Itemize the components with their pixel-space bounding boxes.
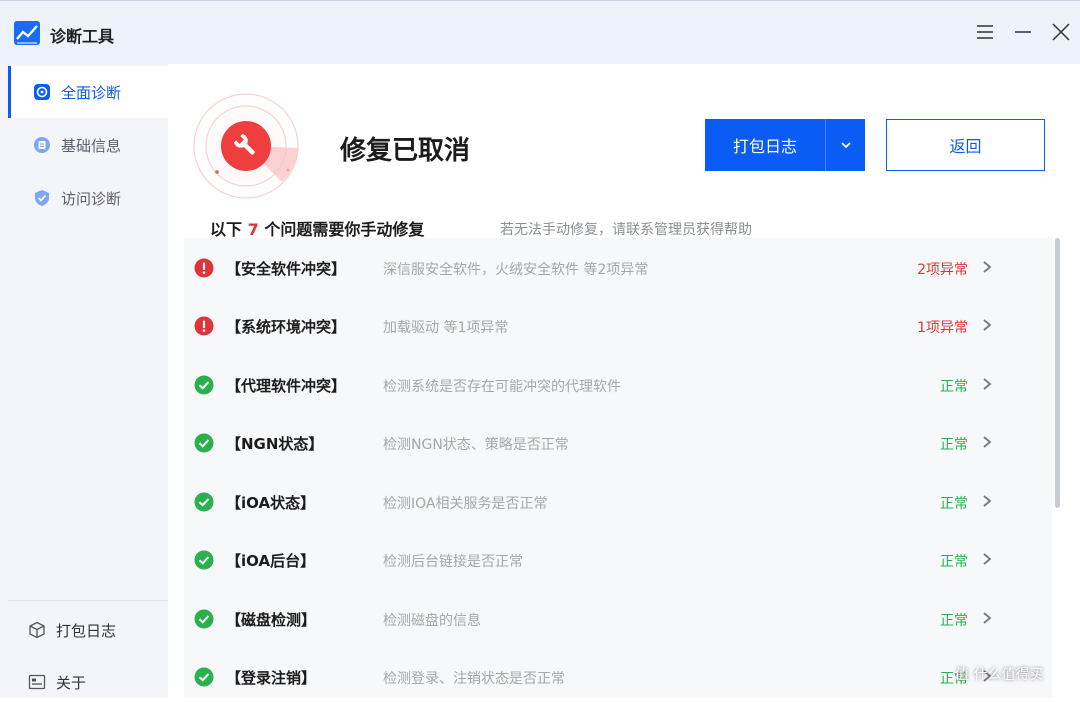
diagnosis-list: 【安全软件冲突】 深信服安全软件，火绒安全软件 等2项异常 2项异常 【系统环境… <box>184 238 1052 698</box>
list-item[interactable]: 【代理软件冲突】 检测系统是否存在可能冲突的代理软件 正常 <box>184 355 1052 413</box>
summary-hint: 若无法手动修复，请联系管理员获得帮助 <box>500 222 752 238</box>
info-icon <box>34 137 50 153</box>
close-button[interactable] <box>1048 19 1074 45</box>
sidebar-item-access-diagnosis[interactable]: 访问诊断 <box>8 172 168 224</box>
item-description: 检测磁盘的信息 <box>383 613 481 629</box>
diagnose-icon <box>34 84 50 100</box>
item-status: 1项异常 <box>917 320 968 336</box>
check-circle-icon <box>194 609 214 629</box>
item-description: 检测后台链接是否正常 <box>383 554 523 570</box>
item-description: 深信服安全软件，火绒安全软件 等2项异常 <box>383 262 649 278</box>
issue-summary: 以下 7 个问题需要你手动修复 <box>210 216 424 240</box>
package-icon <box>29 621 45 639</box>
item-description: 检测登录、注销状态是否正常 <box>383 671 565 687</box>
sidebar-item-label: 基础信息 <box>61 136 122 155</box>
item-name: 【NGN状态】 <box>226 435 324 453</box>
about-icon <box>28 674 46 690</box>
sidebar: 全面诊断 基础信息 访问诊断 打包日志 关于 <box>0 64 168 698</box>
repair-status-icon <box>192 92 300 200</box>
check-circle-icon <box>194 492 214 512</box>
item-name: 【iOA后台】 <box>226 552 316 570</box>
item-status: 正常 <box>940 379 968 395</box>
list-item[interactable]: 【登录注销】 检测登录、注销状态是否正常 正常 <box>184 647 1052 698</box>
pack-log-button[interactable]: 打包日志 <box>705 119 825 171</box>
chevron-right-icon <box>983 495 992 507</box>
chart-line-icon <box>14 21 40 45</box>
pack-log-dropdown-button[interactable] <box>826 119 865 171</box>
chevron-down-icon <box>840 142 851 149</box>
chevron-right-icon <box>983 436 992 448</box>
sidebar-item-label: 访问诊断 <box>61 189 122 208</box>
error-icon <box>194 316 214 336</box>
check-circle-icon <box>194 375 214 395</box>
check-circle-icon <box>194 550 214 570</box>
list-item[interactable]: 【iOA后台】 检测后台链接是否正常 正常 <box>184 530 1052 588</box>
chevron-right-icon <box>983 261 992 273</box>
item-description: 检测系统是否存在可能冲突的代理软件 <box>383 379 621 395</box>
item-name: 【磁盘检测】 <box>226 611 317 629</box>
item-status: 正常 <box>940 613 968 629</box>
list-item[interactable]: 【iOA状态】 检测IOA相关服务是否正常 正常 <box>184 472 1052 530</box>
item-status: 正常 <box>940 554 968 570</box>
item-name: 【系统环境冲突】 <box>226 318 347 336</box>
sidebar-pack-log-label: 打包日志 <box>56 621 117 640</box>
title-bar: 诊断工具 <box>0 0 1080 64</box>
item-name: 【登录注销】 <box>226 669 317 687</box>
summary-suffix: 个问题需要你手动修复 <box>264 220 425 239</box>
close-icon <box>1052 23 1070 41</box>
sidebar-pack-log[interactable]: 打包日志 <box>8 610 168 650</box>
sidebar-divider <box>8 600 168 601</box>
item-status: 正常 <box>940 437 968 453</box>
item-status: 2项异常 <box>917 262 968 278</box>
watermark: 值 什么值得买 <box>955 667 1044 683</box>
window-title: 诊断工具 <box>50 27 115 46</box>
chevron-right-icon <box>983 378 992 390</box>
minimize-button[interactable] <box>1010 19 1036 45</box>
chevron-right-icon <box>983 553 992 565</box>
issue-count: 7 <box>247 220 259 239</box>
pack-log-split-button[interactable]: 打包日志 <box>705 119 865 171</box>
item-name: 【安全软件冲突】 <box>226 260 347 278</box>
item-name: 【代理软件冲突】 <box>226 377 347 395</box>
check-circle-icon <box>194 667 214 687</box>
sidebar-item-basic-info[interactable]: 基础信息 <box>8 119 168 171</box>
list-item[interactable]: 【NGN状态】 检测NGN状态、策略是否正常 正常 <box>184 413 1052 471</box>
list-item[interactable]: 【系统环境冲突】 加载驱动 等1项异常 1项异常 <box>184 296 1052 354</box>
item-description: 加载驱动 等1项异常 <box>383 320 509 336</box>
minimize-icon <box>1015 31 1031 33</box>
sidebar-item-full-diagnosis[interactable]: 全面诊断 <box>8 66 168 118</box>
list-item[interactable]: 【安全软件冲突】 深信服安全软件，火绒安全软件 等2项异常 2项异常 <box>184 238 1052 296</box>
shield-icon <box>35 190 49 206</box>
summary-prefix: 以下 <box>210 220 243 239</box>
item-status: 正常 <box>940 496 968 512</box>
menu-icon <box>977 25 993 39</box>
item-description: 检测IOA相关服务是否正常 <box>383 496 548 512</box>
sidebar-about-label: 关于 <box>56 673 87 692</box>
check-circle-icon <box>194 433 214 453</box>
sidebar-item-label: 全面诊断 <box>61 83 122 102</box>
error-icon <box>194 258 214 278</box>
sidebar-about[interactable]: 关于 <box>8 662 168 702</box>
item-description: 检测NGN状态、策略是否正常 <box>383 437 569 453</box>
item-name: 【iOA状态】 <box>226 494 316 512</box>
chevron-right-icon <box>983 612 992 624</box>
list-item[interactable]: 【磁盘检测】 检测磁盘的信息 正常 <box>184 589 1052 647</box>
repair-status-title: 修复已取消 <box>340 136 471 166</box>
menu-button[interactable] <box>972 19 998 45</box>
chevron-right-icon <box>983 319 992 331</box>
back-button[interactable]: 返回 <box>886 119 1045 171</box>
list-scrollbar[interactable] <box>1055 238 1060 508</box>
